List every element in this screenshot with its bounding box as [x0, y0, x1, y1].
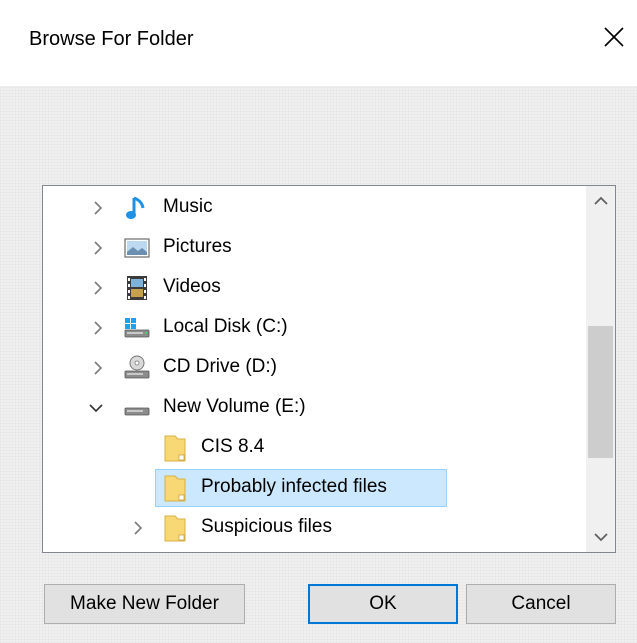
chevron-right-icon[interactable]: [88, 278, 108, 298]
tree-item-label: Pictures: [163, 236, 232, 257]
chevron-right-icon[interactable]: [88, 198, 108, 218]
make-new-folder-button[interactable]: Make New Folder: [44, 584, 245, 624]
chevron-right-icon[interactable]: [128, 518, 148, 538]
pictures-icon: [123, 234, 151, 262]
ok-button[interactable]: OK: [308, 584, 458, 624]
tree-item-suspicious[interactable]: Suspicious files: [43, 508, 583, 548]
chevron-up-icon: [593, 196, 608, 205]
folder-icon: [161, 514, 189, 542]
close-icon: [604, 27, 624, 47]
scroll-up-button[interactable]: [586, 186, 615, 216]
tree-item-cis[interactable]: CIS 8.4: [43, 428, 583, 468]
chevron-down-icon[interactable]: [86, 398, 106, 418]
folder-tree[interactable]: Music Pictures Videos Local Disk (C:) CD…: [42, 185, 616, 553]
tree-item-cd-drive[interactable]: CD Drive (D:): [43, 348, 583, 388]
tree-item-probably-infected[interactable]: Probably infected files: [43, 468, 583, 508]
cancel-button[interactable]: Cancel: [466, 584, 616, 624]
tree-item-label: Videos: [163, 276, 221, 297]
chevron-down-icon: [593, 533, 608, 542]
title-bar: Browse For Folder: [0, 0, 637, 86]
chevron-right-icon[interactable]: [88, 238, 108, 258]
tree-item-music[interactable]: Music: [43, 188, 583, 228]
folder-icon: [161, 474, 189, 502]
tree-item-label: Probably infected files: [201, 476, 387, 497]
tree-item-label: Music: [163, 196, 213, 217]
tree-item-label: Local Disk (C:): [163, 316, 288, 337]
local-disk-icon: [123, 314, 151, 342]
videos-icon: [123, 274, 151, 302]
tree-item-label: Suspicious files: [201, 516, 332, 537]
tree-item-label: CIS 8.4: [201, 436, 265, 457]
chevron-right-icon[interactable]: [88, 358, 108, 378]
scroll-down-button[interactable]: [586, 522, 615, 552]
tree-item-new-volume[interactable]: New Volume (E:): [43, 388, 583, 428]
folder-icon: [161, 434, 189, 462]
chevron-right-icon[interactable]: [88, 318, 108, 338]
music-icon: [123, 194, 151, 222]
drive-icon: [123, 394, 151, 422]
tree-item-pictures[interactable]: Pictures: [43, 228, 583, 268]
vertical-scrollbar[interactable]: [586, 186, 615, 552]
tree-item-label: New Volume (E:): [163, 396, 306, 417]
tree-item-local-disk[interactable]: Local Disk (C:): [43, 308, 583, 348]
cd-drive-icon: [123, 354, 151, 382]
tree-item-videos[interactable]: Videos: [43, 268, 583, 308]
tree-item-label: CD Drive (D:): [163, 356, 277, 377]
dialog-title: Browse For Folder: [29, 28, 194, 50]
close-button[interactable]: [591, 14, 637, 60]
scroll-thumb[interactable]: [588, 326, 613, 458]
